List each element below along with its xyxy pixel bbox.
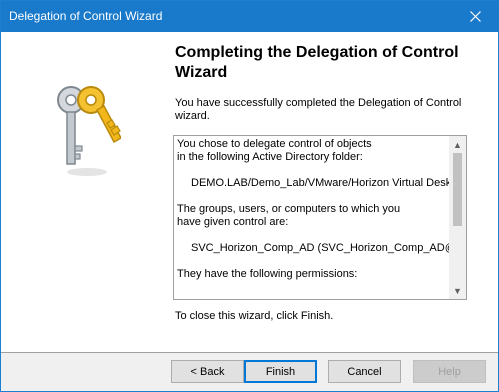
summary-folder-path: DEMO.LAB/Demo_Lab/VMware/Horizon Virtual… — [191, 177, 451, 189]
wizard-content-panel: Completing the Delegation of Control Wiz… — [163, 32, 498, 352]
keys-icon — [57, 86, 121, 176]
summary-scrollbar[interactable]: ▲ ▼ — [449, 136, 466, 299]
finish-button[interactable]: Finish — [244, 360, 317, 383]
scroll-down-arrow-icon[interactable]: ▼ — [449, 282, 466, 299]
page-title: Completing the Delegation of Control Wiz… — [175, 44, 459, 81]
close-button[interactable] — [452, 1, 498, 32]
summary-line: The groups, users, or computers to which… — [177, 203, 401, 215]
window-title: Delegation of Control Wizard — [9, 9, 163, 23]
wizard-side-panel — [1, 32, 163, 352]
help-button[interactable]: Help — [413, 360, 486, 383]
summary-line: You chose to delegate control of objects — [177, 138, 372, 150]
title-bar: Delegation of Control Wizard — [1, 1, 498, 32]
summary-principal: SVC_Horizon_Comp_AD (SVC_Horizon_Comp_AD… — [191, 242, 451, 254]
closing-instruction: To close this wizard, click Finish. — [175, 310, 334, 322]
cancel-button[interactable]: Cancel — [328, 360, 401, 383]
wizard-window: Delegation of Control Wizard Completing … — [0, 0, 499, 392]
button-bar: < Back Finish Cancel Help — [1, 353, 498, 391]
summary-text: You chose to delegate control of objects… — [177, 138, 451, 296]
close-icon — [469, 11, 481, 22]
completion-message: You have successfully completed the Dele… — [175, 97, 462, 122]
summary-textbox[interactable]: You chose to delegate control of objects… — [173, 135, 467, 300]
back-button[interactable]: < Back — [171, 360, 244, 383]
summary-line: in the following Active Directory folder… — [177, 151, 363, 163]
scroll-thumb[interactable] — [453, 153, 462, 226]
summary-line: have given control are: — [177, 216, 289, 228]
summary-line: They have the following permissions: — [177, 268, 358, 280]
scroll-up-arrow-icon[interactable]: ▲ — [449, 136, 466, 153]
